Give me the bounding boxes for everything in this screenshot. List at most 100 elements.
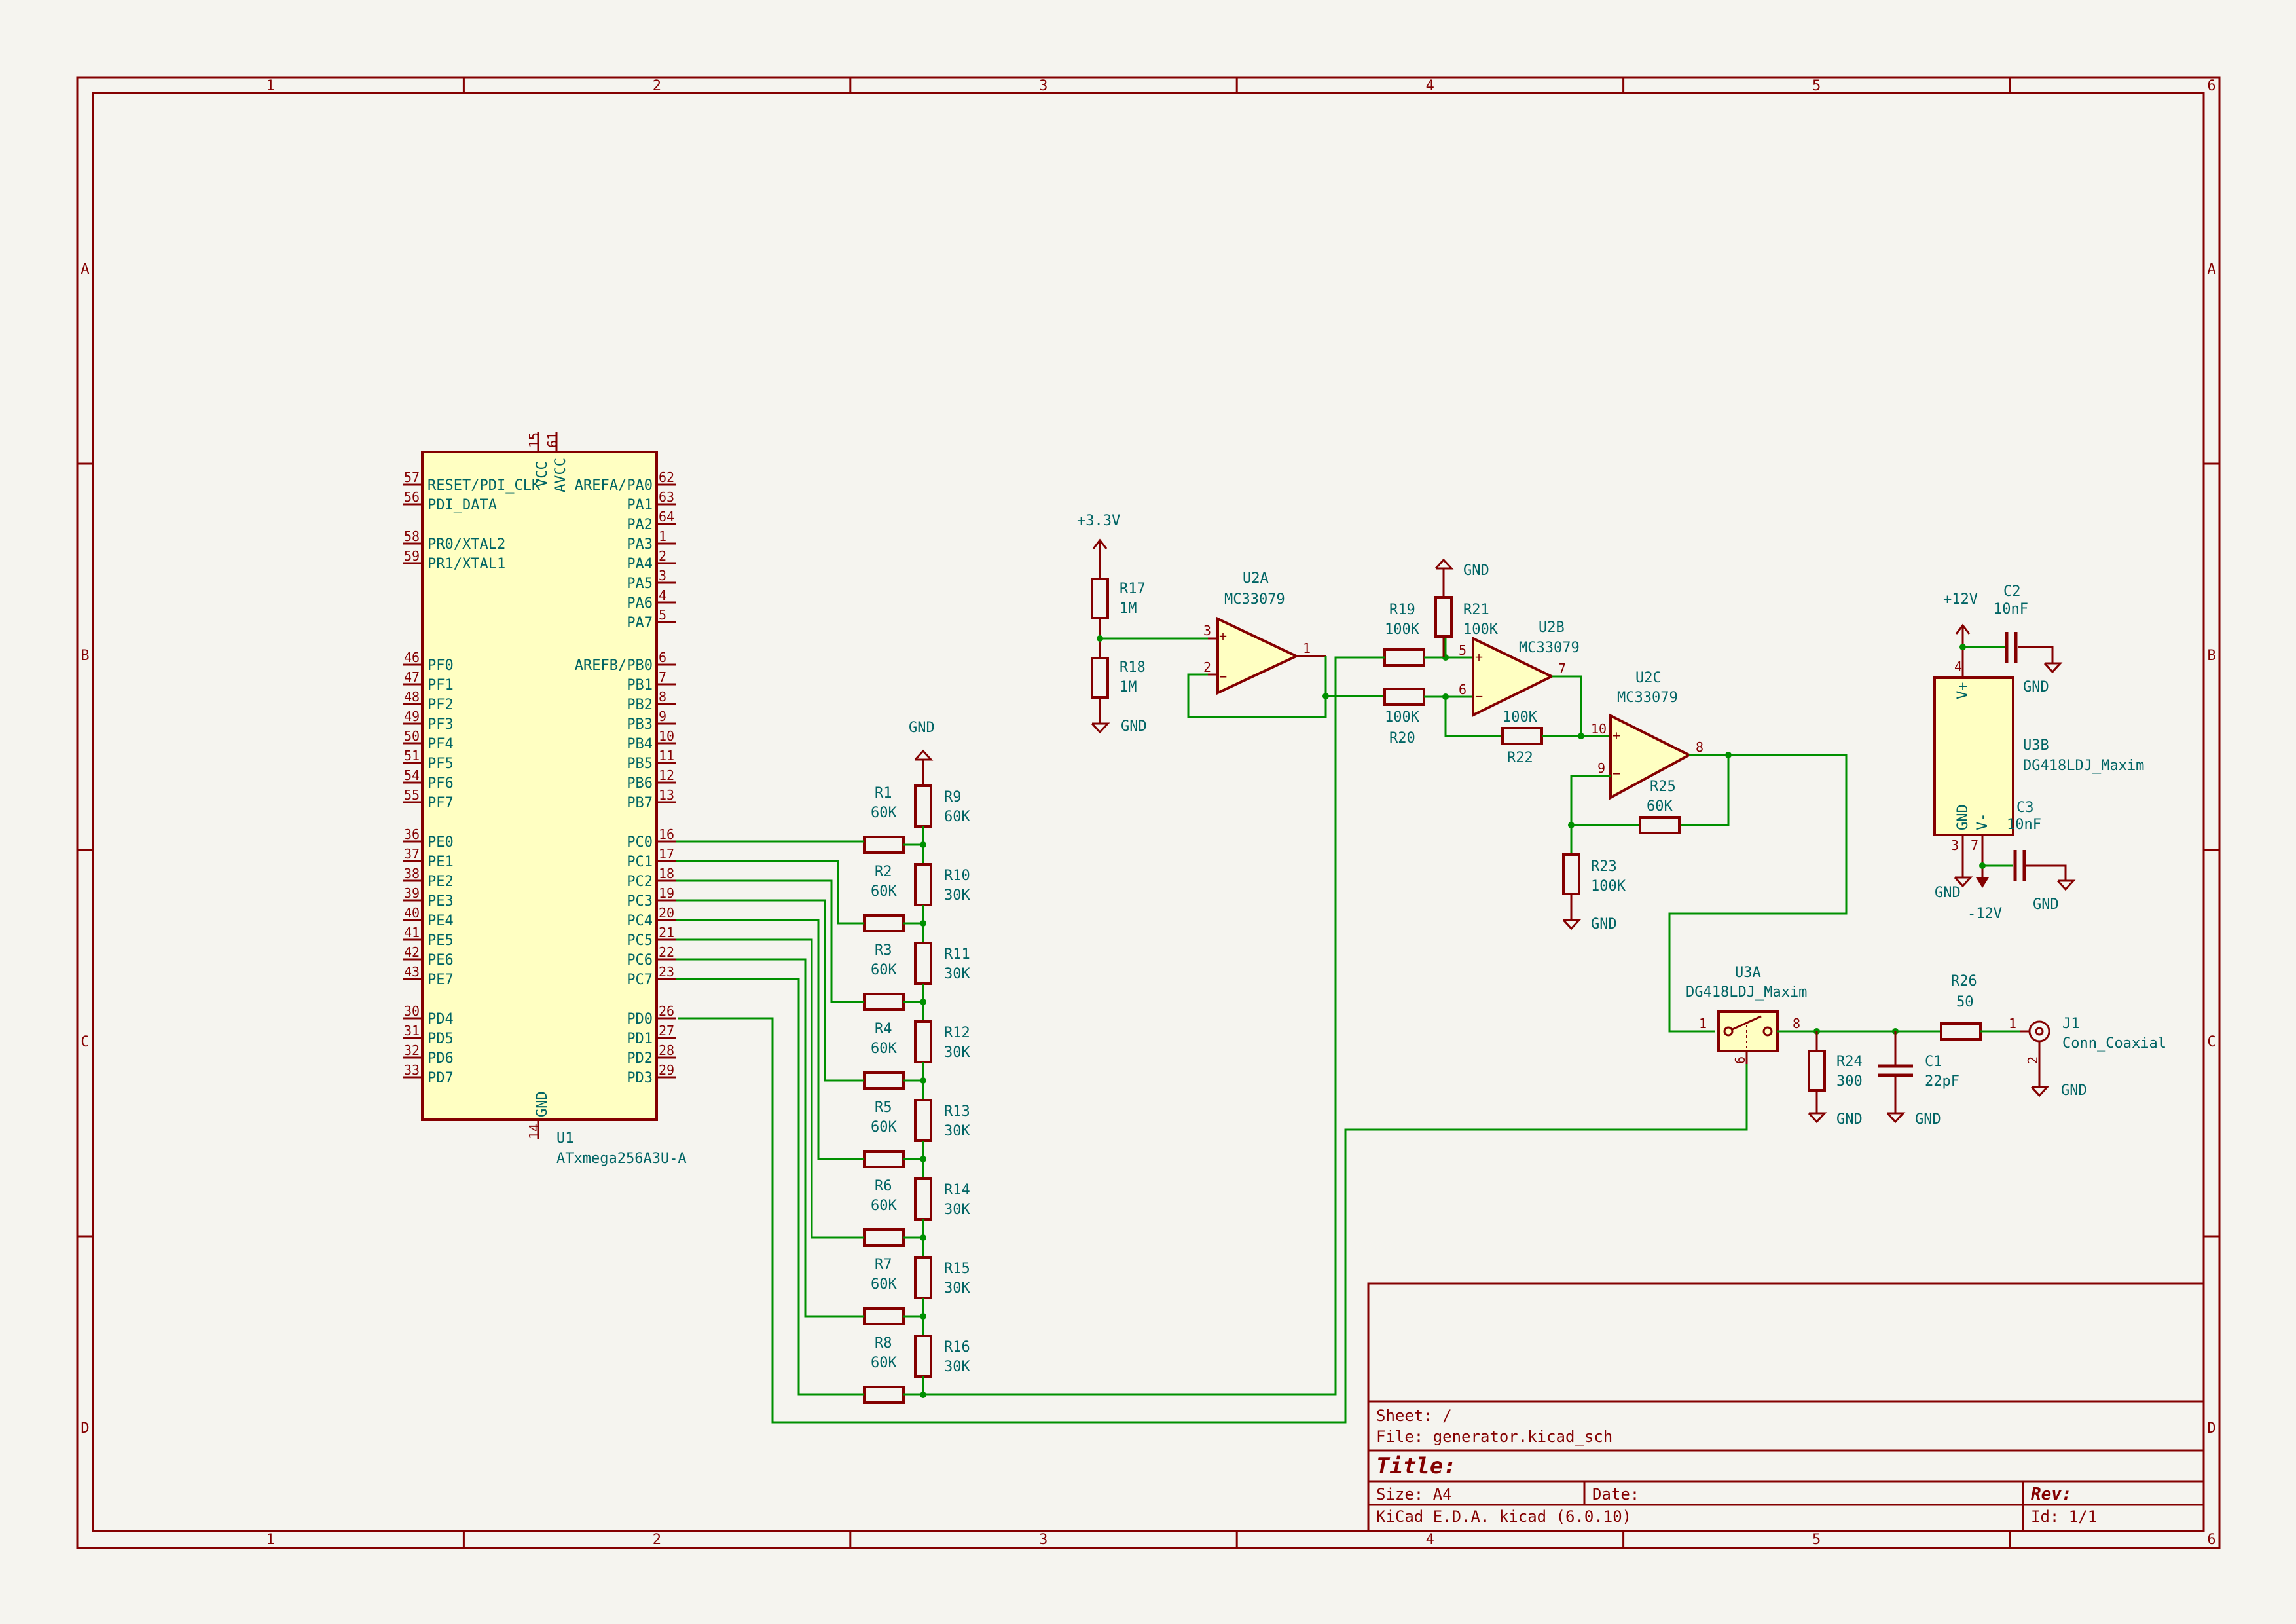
shunt-ref: R14 <box>944 1182 970 1198</box>
zone-column-label: 1 <box>266 1532 274 1548</box>
mcu-pin-number: 23 <box>659 964 674 980</box>
mcu-pin-name: PB3 <box>627 716 653 733</box>
mcu-pin-name: PDI_DATA <box>428 497 497 513</box>
mcu-pin-name: AVCC <box>553 458 569 492</box>
zone-column-label: 2 <box>653 78 661 94</box>
series-value: 60K <box>871 1355 897 1371</box>
resistor-shunt <box>914 1335 932 1378</box>
series-value: 60K <box>871 1198 897 1214</box>
mcu-pin-number: 38 <box>404 866 420 881</box>
mcu-pin-name: PD7 <box>428 1070 454 1086</box>
svg-text:−: − <box>1613 766 1620 781</box>
mcu-pin-name: PE2 <box>428 874 454 890</box>
resistor-r17 <box>1091 578 1109 619</box>
mcu-pin-name: PF5 <box>428 756 454 772</box>
mcu-pin-name: PC6 <box>627 952 653 969</box>
mcu-pin-name: PD1 <box>627 1031 653 1047</box>
mcu-pin-name: PB1 <box>627 677 653 693</box>
u3a-pin: 8 <box>1793 1016 1800 1031</box>
shunt-ref: R9 <box>944 789 962 805</box>
mcu-pin-number: 31 <box>404 1023 420 1039</box>
tb-title: Title: <box>1376 1453 1457 1479</box>
zone-row-label: D <box>81 1420 89 1437</box>
mcu-pin-number: 2 <box>659 548 666 564</box>
zone-column-label: 3 <box>1039 1532 1048 1548</box>
u2c-pin: 9 <box>1597 760 1605 776</box>
r23-value: 100K <box>1591 878 1626 895</box>
tb-rev: Rev: <box>2031 1485 2072 1504</box>
mcu-pin-number: 26 <box>659 1003 674 1019</box>
u3a-ref: U3A <box>1735 965 1761 981</box>
mcu-pin-name: PC7 <box>627 972 653 988</box>
c1-ref: C1 <box>1925 1054 1942 1070</box>
r21-ref: R21 <box>1463 602 1489 618</box>
r17-ref: R17 <box>1120 581 1146 597</box>
zone-column-label: 4 <box>1426 1532 1434 1548</box>
r22-value: 100K <box>1503 709 1538 726</box>
c2-value: 10nF <box>1994 601 2028 618</box>
resistor-shunt <box>914 1256 932 1299</box>
mcu-pin-number: 12 <box>659 767 674 783</box>
mcu-pin-number: 59 <box>404 548 420 564</box>
shunt-ref: R15 <box>944 1261 970 1277</box>
r25-ref: R25 <box>1650 779 1676 795</box>
mcu-pin-name: AREFB/PB0 <box>575 657 653 674</box>
mcu-pin-name: PE1 <box>428 854 454 870</box>
mcu-pin-name: PB7 <box>627 795 653 811</box>
series-ref: R7 <box>875 1257 892 1273</box>
mcu-pin-name: PD5 <box>428 1031 454 1047</box>
resistor-shunt <box>914 1099 932 1142</box>
mcu-pin-name: PD2 <box>627 1050 653 1067</box>
u2b-ref: U2B <box>1539 619 1565 636</box>
mcu-pin-name: PE4 <box>428 913 454 929</box>
u2b-pin: 5 <box>1459 642 1467 658</box>
mcu-pin-number: 49 <box>404 709 420 724</box>
zone-row-label: B <box>2207 648 2215 664</box>
tb-tool: KiCad E.D.A. kicad (6.0.10) <box>1376 1507 1631 1526</box>
zone-row-label: B <box>81 648 89 664</box>
mcu-pin-name: PF0 <box>428 657 454 674</box>
v12n-label: -12V <box>1967 906 2002 922</box>
shunt-value: 30K <box>944 1202 970 1218</box>
r21-value: 100K <box>1463 621 1499 638</box>
u2a-ref: U2A <box>1243 570 1269 587</box>
mcu-pin-name: PA4 <box>627 556 653 572</box>
u3b-gnd: GND <box>1935 885 1961 901</box>
v12p-label: +12V <box>1943 591 1978 608</box>
mcu-pin-number: 63 <box>659 489 674 505</box>
u3b-pin: 4 <box>1954 659 1962 674</box>
v33-label: +3.3V <box>1077 513 1120 529</box>
series-ref: R8 <box>875 1335 892 1352</box>
mcu-pin-number: 36 <box>404 826 420 842</box>
mcu-pin-name: PA3 <box>627 536 653 553</box>
mcu-pin-number: 51 <box>404 748 420 764</box>
mcu-pin-name: RESET/PDI_CLK <box>428 477 541 494</box>
resistor-shunt <box>914 784 932 828</box>
shunt-ref: R12 <box>944 1025 970 1041</box>
mcu-pin-name: PB5 <box>627 756 653 772</box>
mcu-pin-number: 58 <box>404 528 420 544</box>
j1-pin: 1 <box>2009 1016 2016 1031</box>
shunt-value: 30K <box>944 1359 970 1375</box>
r18-value: 1M <box>1120 679 1137 695</box>
resistor-series <box>863 914 905 932</box>
mcu-pin-number: 33 <box>404 1062 420 1078</box>
r24-ref: R24 <box>1836 1054 1863 1070</box>
zone-column-label: 5 <box>1812 1532 1821 1548</box>
mcu-pin-name: PE7 <box>428 972 454 988</box>
resistor-series <box>863 1071 905 1090</box>
mcu-pin-name: PC3 <box>627 893 653 910</box>
mcu-pin-number: 61 <box>545 432 560 448</box>
r23-ref: R23 <box>1591 858 1617 875</box>
u3b-pin-name: GND <box>1955 804 1971 830</box>
j1-gnd: GND <box>2061 1082 2087 1099</box>
outer-frame <box>76 76 2221 1549</box>
mcu-pin-name: VCC <box>534 461 551 487</box>
mcu-pin-name: PE6 <box>428 952 454 969</box>
series-value: 60K <box>871 805 897 821</box>
c3-gnd: GND <box>2033 896 2059 913</box>
mcu-pin-number: 17 <box>659 846 674 862</box>
mcu-pin-name: PR0/XTAL2 <box>428 536 505 553</box>
opamp-u2a <box>1216 616 1300 695</box>
zone-column-label: 1 <box>266 78 274 94</box>
